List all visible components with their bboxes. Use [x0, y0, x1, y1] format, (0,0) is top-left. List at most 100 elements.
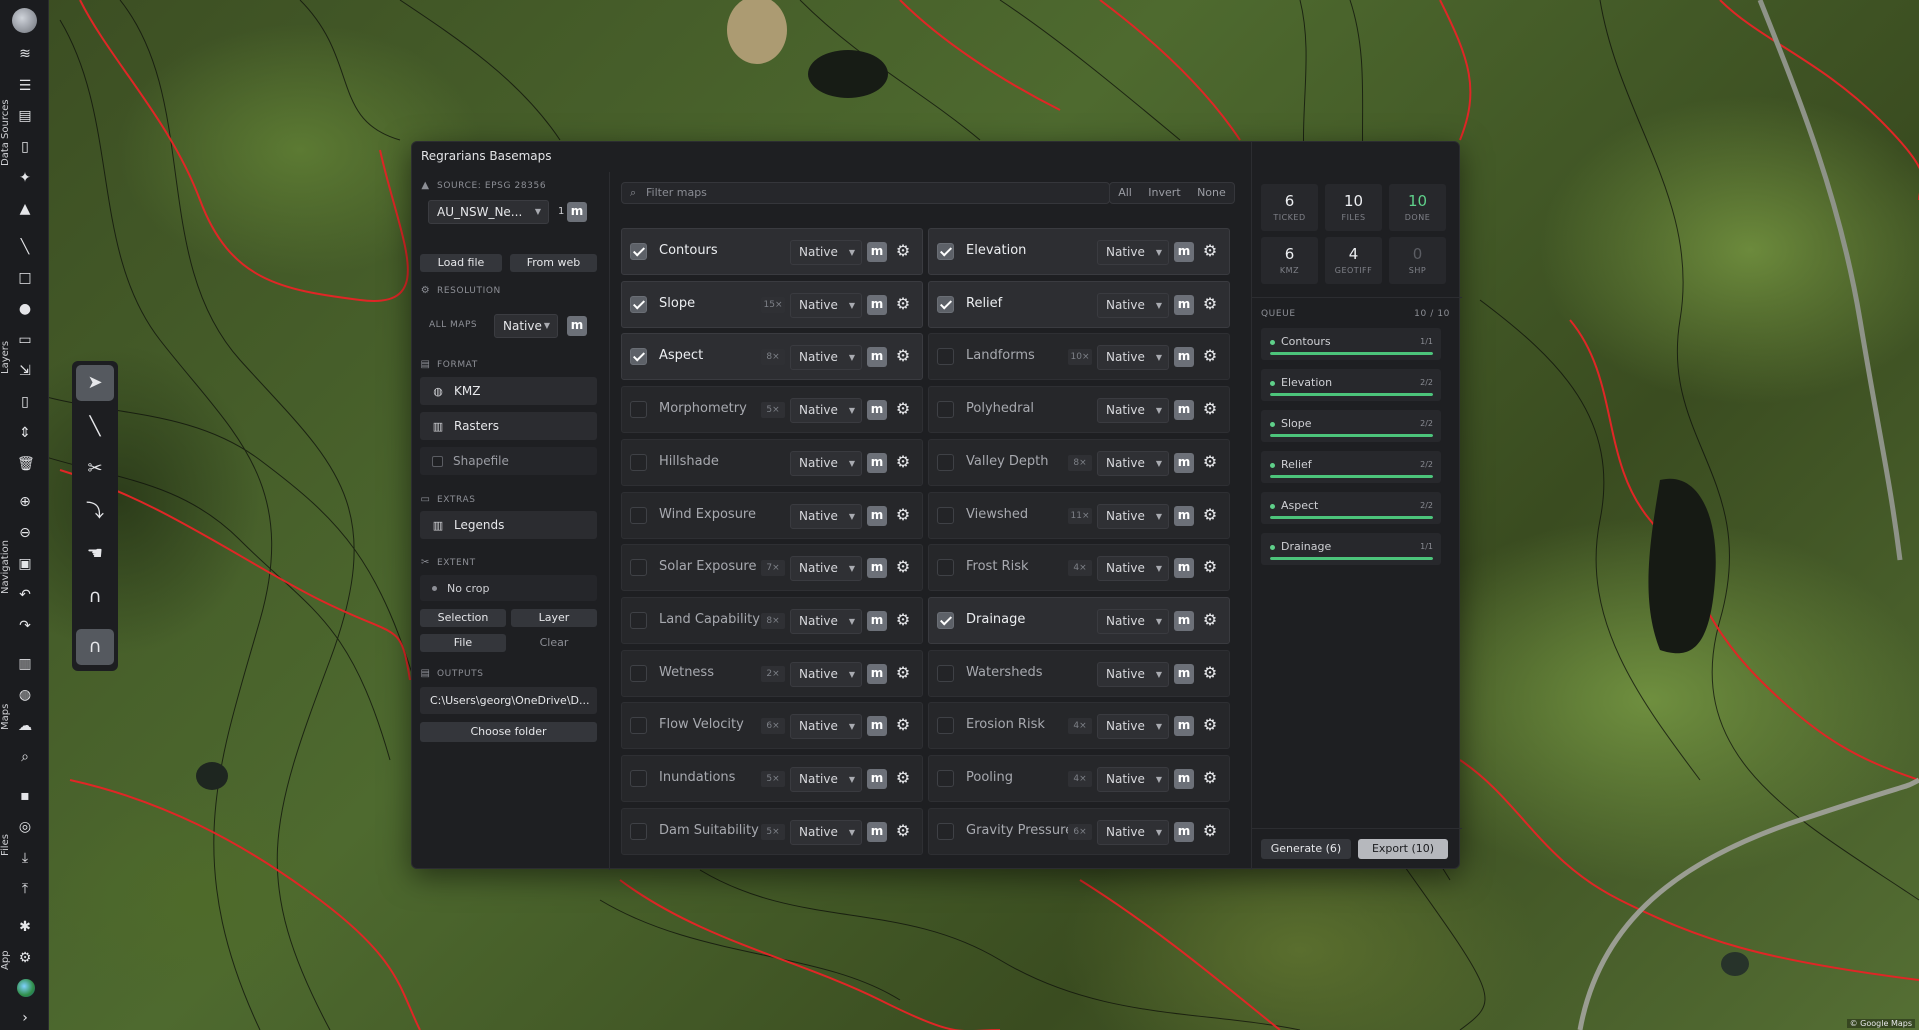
units-button[interactable]: m — [867, 242, 887, 262]
format-rasters-option[interactable]: ▥ Rasters — [420, 412, 597, 440]
map-checkbox[interactable] — [630, 243, 647, 260]
resolution-dropdown[interactable]: Native ▼ — [790, 819, 862, 845]
scissors-icon[interactable]: ✂ — [76, 451, 114, 487]
filter-maps-input[interactable]: ⌕ Filter maps — [621, 182, 1110, 204]
map-card-hillshade[interactable]: Hillshade Native ▼ m ⚙ — [621, 438, 923, 486]
map-checkbox[interactable] — [630, 559, 647, 577]
units-button[interactable]: m — [867, 769, 887, 789]
units-button[interactable]: m — [1174, 347, 1194, 368]
mountain-icon[interactable]: ▲ — [17, 201, 33, 217]
map-checkbox[interactable] — [630, 295, 647, 313]
magnet-icon[interactable]: ∩ — [76, 579, 114, 615]
select-all-button[interactable]: All — [1118, 183, 1132, 203]
resolution-dropdown[interactable]: Native ▼ — [1097, 819, 1169, 845]
units-button[interactable]: m — [867, 452, 887, 473]
units-button[interactable]: m — [1174, 716, 1194, 737]
map-card-wetness[interactable]: Wetness 2× Native ▼ m ⚙ — [621, 649, 923, 697]
resolution-dropdown[interactable]: Native ▼ — [1097, 292, 1169, 318]
gear-icon[interactable]: ⚙ — [893, 346, 913, 366]
file-icon[interactable]: ▯ — [17, 394, 33, 410]
map-card-inundations[interactable]: Inundations 5× Native ▼ m ⚙ — [621, 755, 923, 802]
rectangle-icon[interactable]: □ — [17, 270, 33, 286]
circle-icon[interactable]: ● — [17, 301, 33, 317]
map-checkbox[interactable] — [630, 717, 647, 735]
gear-icon[interactable]: ⚙ — [1200, 399, 1220, 419]
extent-layer-button[interactable]: Layer — [511, 609, 597, 627]
select-pointer-icon[interactable]: ➤ — [76, 365, 114, 401]
resolution-units-button[interactable]: m — [567, 316, 587, 336]
zoom-out-icon[interactable]: ⊖ — [17, 525, 33, 541]
map-card-aspect[interactable]: Aspect 8× Native ▼ m ⚙ — [621, 333, 923, 381]
map-card-landforms[interactable]: Landforms 10× Native ▼ m ⚙ — [928, 333, 1230, 381]
gear-icon[interactable]: ⚙ — [1200, 715, 1220, 735]
from-web-button[interactable]: From web — [510, 254, 597, 272]
map-card-solar-exposure[interactable]: Solar Exposure 7× Native ▼ m ⚙ — [621, 544, 923, 592]
map-card-viewshed[interactable]: Viewshed 11× Native ▼ m ⚙ — [928, 491, 1230, 539]
resolution-dropdown[interactable]: Native ▼ — [790, 608, 862, 634]
document-icon[interactable]: ▯ — [17, 139, 33, 155]
resolution-dropdown[interactable]: Native ▼ — [790, 767, 862, 792]
units-button[interactable]: m — [867, 558, 887, 579]
download-icon[interactable]: ⤓ — [17, 850, 33, 866]
gear-icon[interactable]: ⚙ — [1200, 505, 1220, 525]
draw-line-icon[interactable]: ╲ — [76, 409, 114, 445]
resolution-dropdown[interactable]: Native ▼ — [1097, 345, 1169, 371]
web-icon[interactable]: ◎ — [17, 819, 33, 835]
satellite-icon[interactable]: ✦ — [17, 170, 33, 186]
search-icon[interactable]: ⌕ — [17, 749, 33, 765]
map-card-elevation[interactable]: Elevation Native ▼ m ⚙ — [928, 228, 1230, 275]
map-card-gravity-pressure[interactable]: Gravity Pressure 6× Native ▼ m ⚙ — [928, 807, 1230, 855]
resolution-dropdown[interactable]: Native ▼ — [790, 503, 862, 529]
map-card-frost-risk[interactable]: Frost Risk 4× Native ▼ m ⚙ — [928, 544, 1230, 592]
extent-selection-button[interactable]: Selection — [420, 609, 506, 627]
resolution-dropdown[interactable]: Native ▼ — [790, 345, 862, 371]
gear-icon[interactable]: ⚙ — [1200, 294, 1220, 314]
gear-icon[interactable]: ⚙ — [893, 557, 913, 577]
map-checkbox[interactable] — [937, 717, 954, 735]
units-button[interactable]: m — [867, 663, 887, 684]
map-checkbox[interactable] — [937, 453, 954, 471]
map-checkbox[interactable] — [630, 506, 647, 524]
save-icon[interactable]: ▪ — [17, 788, 33, 804]
units-button[interactable]: m — [867, 347, 887, 368]
drag-hand-icon[interactable]: ☚ — [76, 536, 114, 572]
map-checkbox[interactable] — [937, 243, 954, 260]
resolution-dropdown[interactable]: Native ▼ — [1097, 767, 1169, 792]
resolution-dropdown[interactable]: Native ▼ — [1097, 556, 1169, 582]
source-select[interactable]: AU_NSW_Ne... ▼ — [428, 200, 549, 224]
cloud-icon[interactable]: ☁ — [17, 718, 33, 734]
map-card-drainage[interactable]: Drainage Native ▼ m ⚙ — [928, 596, 1230, 644]
map-checkbox[interactable] — [630, 822, 647, 840]
units-button[interactable]: m — [1174, 452, 1194, 473]
resolution-dropdown[interactable]: Native ▼ — [790, 398, 862, 424]
map-checkbox[interactable] — [630, 664, 647, 682]
choose-folder-button[interactable]: Choose folder — [420, 722, 597, 742]
gear-icon[interactable]: ⚙ — [1200, 452, 1220, 472]
gear-icon[interactable]: ⚙ — [1200, 557, 1220, 577]
split-icon[interactable]: ⇕ — [17, 425, 33, 441]
resolution-dropdown[interactable]: Native ▼ — [1097, 240, 1169, 265]
units-button[interactable]: m — [1174, 821, 1194, 842]
gear-icon[interactable]: ⚙ — [893, 294, 913, 314]
map-card-valley-depth[interactable]: Valley Depth 8× Native ▼ m ⚙ — [928, 438, 1230, 486]
map-checkbox[interactable] — [937, 348, 954, 366]
units-button[interactable]: m — [867, 400, 887, 421]
units-button[interactable]: m — [1174, 400, 1194, 421]
rotate-icon[interactable]: ⤵ — [76, 494, 114, 530]
resolution-dropdown[interactable]: Native ▼ — [1097, 714, 1169, 740]
extent-file-button[interactable]: File — [420, 634, 506, 652]
resolution-dropdown[interactable]: Native ▼ — [790, 240, 862, 265]
resolution-select[interactable]: Native ▼ — [494, 314, 558, 338]
map-checkbox[interactable] — [937, 559, 954, 577]
earth-icon[interactable] — [17, 979, 35, 997]
units-button[interactable]: m — [1174, 294, 1194, 315]
units-button[interactable]: m — [1174, 558, 1194, 579]
map-card-erosion-risk[interactable]: Erosion Risk 4× Native ▼ m ⚙ — [928, 702, 1230, 750]
gear-icon[interactable]: ⚙ — [1200, 663, 1220, 683]
extent-clear-button[interactable]: Clear — [511, 634, 597, 652]
gear-icon[interactable]: ⚙ — [893, 663, 913, 683]
map-card-slope[interactable]: Slope 15× Native ▼ m ⚙ — [621, 280, 923, 328]
resolution-dropdown[interactable]: Native ▼ — [1097, 608, 1169, 634]
map-checkbox[interactable] — [630, 611, 647, 629]
gear-icon[interactable]: ⚙ — [893, 610, 913, 630]
